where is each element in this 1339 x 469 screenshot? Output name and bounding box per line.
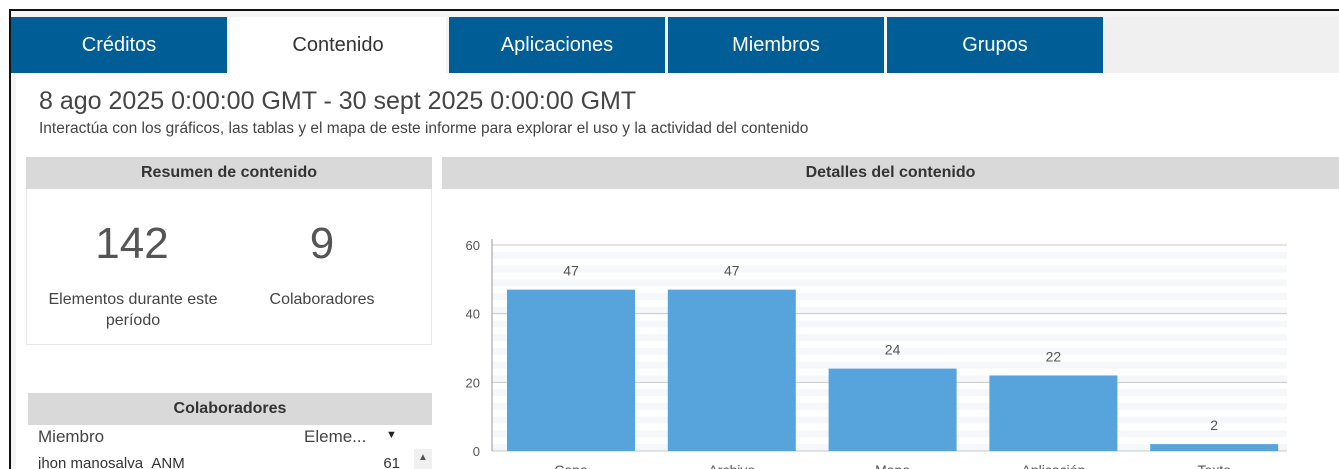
report-frame: Créditos Contenido Aplicaciones Miembros… — [9, 9, 1339, 469]
tab-label: Aplicaciones — [500, 33, 614, 56]
summary-box: 142 Elementos durante este período 9 Col… — [26, 189, 432, 345]
tab-label: Contenido — [292, 33, 384, 56]
x-tick-label: Archivo — [708, 462, 755, 469]
x-tick-label: Aplicación — [1021, 462, 1085, 469]
bar-aplicación — [989, 375, 1118, 451]
scroll-up-icon[interactable]: ▲ — [418, 452, 428, 463]
content-panel: 8 ago 2025 0:00:00 GMT - 30 sept 2025 0:… — [16, 73, 1339, 469]
x-tick-label: Texto — [1197, 462, 1231, 469]
sort-desc-icon[interactable]: ▼ — [386, 429, 397, 441]
collaborators-table: Miembro Eleme... ▼ jhon manosalva_ANM 61… — [28, 423, 432, 469]
bar-value-label: 2 — [1210, 417, 1218, 433]
bar-mapa — [828, 368, 957, 451]
bar-value-label: 47 — [563, 263, 579, 279]
details-chart-area: 0 20 40 60 47 Capa 47 Archivo 24 Mapa 22 Aplicación… — [442, 189, 1339, 469]
col-header-items[interactable]: Eleme... — [304, 423, 374, 451]
collaborators-count: 9 — [309, 219, 335, 268]
report-subtitle: Interactúa con los gráficos, las tablas … — [39, 120, 809, 137]
x-tick-label: Mapa — [875, 462, 910, 469]
bar-texto — [1150, 444, 1279, 451]
member-items: 61 — [383, 455, 400, 469]
tab-label: Miembros — [732, 33, 820, 56]
tab-bar: Créditos Contenido Aplicaciones Miembros… — [11, 17, 1339, 73]
x-tick-label: Capa — [554, 462, 588, 469]
grid-stripe — [492, 279, 1287, 287]
tab-label: Créditos — [81, 33, 157, 56]
date-range-title: 8 ago 2025 0:00:00 GMT - 30 sept 2025 0:… — [39, 87, 637, 115]
member-name: jhon manosalva_ANM — [38, 455, 185, 469]
collaborators-header: Colaboradores — [28, 393, 432, 425]
bar-archivo — [667, 289, 796, 451]
bar-value-label: 24 — [885, 342, 901, 358]
items-count: 142 — [95, 219, 169, 268]
bar-value-label: 47 — [724, 263, 740, 279]
col-header-member[interactable]: Miembro — [38, 423, 288, 451]
details-header: Detalles del contenido — [442, 157, 1339, 189]
y-tick-label: 20 — [466, 375, 480, 390]
table-row[interactable]: jhon manosalva_ANM 61 — [28, 453, 408, 469]
bar-capa — [507, 289, 635, 451]
tab-bar-filler — [1103, 17, 1339, 73]
bar-value-label: 22 — [1046, 348, 1062, 364]
y-tick-label: 40 — [466, 307, 480, 322]
y-tick-label: 0 — [473, 444, 480, 459]
tab-creditos[interactable]: Créditos — [11, 17, 227, 73]
content-bar-chart: 0 20 40 60 47 Capa 47 Archivo 24 Mapa 22 Aplicación… — [466, 238, 1287, 469]
grid-stripe — [492, 251, 1287, 259]
summary-header: Resumen de contenido — [26, 157, 432, 189]
tab-label: Grupos — [962, 33, 1028, 56]
table-scrollbar[interactable]: ▲ — [414, 449, 432, 469]
tab-grupos[interactable]: Grupos — [887, 17, 1103, 73]
items-label: Elementos durante este período — [48, 291, 218, 329]
y-tick-label: 60 — [466, 238, 480, 253]
collaborators-label: Colaboradores — [269, 291, 375, 308]
grid-stripe — [492, 265, 1287, 273]
tab-miembros[interactable]: Miembros — [668, 17, 884, 73]
tab-aplicaciones[interactable]: Aplicaciones — [449, 17, 665, 73]
tab-contenido[interactable]: Contenido — [230, 17, 446, 73]
